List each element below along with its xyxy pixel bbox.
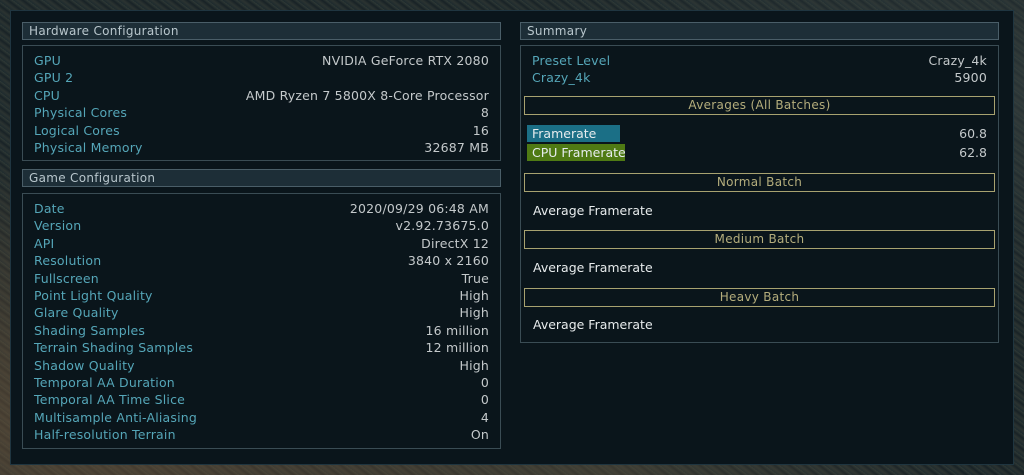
game-row: API DirectX 12 [34, 235, 489, 252]
game-value-half-res-terrain: On [470, 427, 489, 442]
game-row: Version v2.92.73675.0 [34, 217, 489, 234]
game-label-fullscreen: Fullscreen [34, 271, 99, 286]
heavy-batch-average-framerate: Average Framerate [533, 317, 653, 332]
hw-value-gpu: NVIDIA GeForce RTX 2080 [322, 53, 489, 68]
hw-row-physical-cores: Physical Cores 8 [34, 104, 489, 121]
game-label-glare-quality: Glare Quality [34, 305, 119, 320]
hw-value-physical-memory: 32687 MB [424, 140, 489, 155]
game-value-resolution: 3840 x 2160 [407, 253, 489, 268]
hw-row-gpu: GPU NVIDIA GeForce RTX 2080 [34, 52, 489, 69]
hw-row-physical-memory: Physical Memory 32687 MB [34, 139, 489, 156]
hw-label-physical-cores: Physical Cores [34, 105, 128, 120]
framerate-bar: Framerate [527, 125, 620, 142]
game-value-terrain-shading-samples: 12 million [425, 340, 489, 355]
hardware-config-header: Hardware Configuration [22, 22, 501, 40]
game-row: Glare Quality High [34, 304, 489, 321]
hw-value-cpu: AMD Ryzen 7 5800X 8-Core Processor [245, 88, 489, 103]
normal-batch-average-framerate: Average Framerate [533, 203, 653, 218]
game-label-shadow-quality: Shadow Quality [34, 358, 135, 373]
game-label-date: Date [34, 201, 65, 216]
hw-row-gpu2: GPU 2 [34, 69, 489, 86]
framerate-value: 60.8 [959, 126, 987, 141]
summary-header: Summary [520, 22, 999, 40]
game-label-point-light-quality: Point Light Quality [34, 288, 153, 303]
game-row: Date 2020/09/29 06:48 AM [34, 200, 489, 217]
game-label-version: Version [34, 218, 82, 233]
game-row: Shading Samples 16 million [34, 322, 489, 339]
game-label-temporal-aa-time-slice: Temporal AA Time Slice [34, 392, 186, 407]
game-value-version: v2.92.73675.0 [395, 218, 489, 233]
game-label-resolution: Resolution [34, 253, 102, 268]
hw-value-logical-cores: 16 [472, 123, 489, 138]
cpu-framerate-value: 62.8 [959, 145, 987, 160]
game-value-temporal-aa-duration: 0 [480, 375, 489, 390]
heavy-batch-header: Heavy Batch [524, 288, 995, 307]
game-row: Temporal AA Duration 0 [34, 374, 489, 391]
game-value-temporal-aa-time-slice: 0 [480, 392, 489, 407]
hw-value-physical-cores: 8 [480, 105, 489, 120]
cpu-framerate-bar: CPU Framerate [527, 144, 626, 161]
game-value-shading-samples: 16 million [425, 323, 489, 338]
hw-label-physical-memory: Physical Memory [34, 140, 143, 155]
game-row: Half-resolution Terrain On [34, 426, 489, 443]
game-label-temporal-aa-duration: Temporal AA Duration [34, 375, 175, 390]
game-row: Point Light Quality High [34, 287, 489, 304]
game-config-header: Game Configuration [22, 169, 501, 187]
game-value-point-light-quality: High [459, 288, 489, 303]
hw-row-logical-cores: Logical Cores 16 [34, 122, 489, 139]
game-row: Shadow Quality High [34, 357, 489, 374]
game-value-api: DirectX 12 [421, 236, 489, 251]
summary-value-score: 5900 [954, 70, 987, 85]
game-label-terrain-shading-samples: Terrain Shading Samples [34, 340, 194, 355]
game-label-shading-samples: Shading Samples [34, 323, 146, 338]
summary-row-preset-level: Preset Level Crazy_4k [532, 52, 987, 69]
summary-label-score: Crazy_4k [532, 70, 591, 85]
summary-row-score: Crazy_4k 5900 [532, 69, 987, 86]
game-row: Temporal AA Time Slice 0 [34, 391, 489, 408]
hw-label-cpu: CPU [34, 88, 61, 103]
normal-batch-header: Normal Batch [524, 173, 995, 192]
game-value-shadow-quality: High [459, 358, 489, 373]
game-row: Resolution 3840 x 2160 [34, 252, 489, 269]
hw-label-gpu: GPU [34, 53, 61, 68]
game-label-api: API [34, 236, 55, 251]
game-value-fullscreen: True [461, 271, 489, 286]
game-row: Fullscreen True [34, 270, 489, 287]
medium-batch-average-framerate: Average Framerate [533, 260, 653, 275]
averages-all-batches-header: Averages (All Batches) [524, 96, 995, 115]
game-value-msaa: 4 [480, 410, 489, 425]
medium-batch-header: Medium Batch [524, 230, 995, 249]
game-value-date: 2020/09/29 06:48 AM [349, 201, 489, 216]
hw-row-cpu: CPU AMD Ryzen 7 5800X 8-Core Processor [34, 87, 489, 104]
game-row: Terrain Shading Samples 12 million [34, 339, 489, 356]
game-value-glare-quality: High [459, 305, 489, 320]
hw-label-logical-cores: Logical Cores [34, 123, 120, 138]
game-label-half-res-terrain: Half-resolution Terrain [34, 427, 176, 442]
summary-label-preset-level: Preset Level [532, 53, 611, 68]
hw-label-gpu2: GPU 2 [34, 70, 74, 85]
game-row: Multisample Anti-Aliasing 4 [34, 409, 489, 426]
summary-value-preset-level: Crazy_4k [928, 53, 987, 68]
game-label-msaa: Multisample Anti-Aliasing [34, 410, 198, 425]
